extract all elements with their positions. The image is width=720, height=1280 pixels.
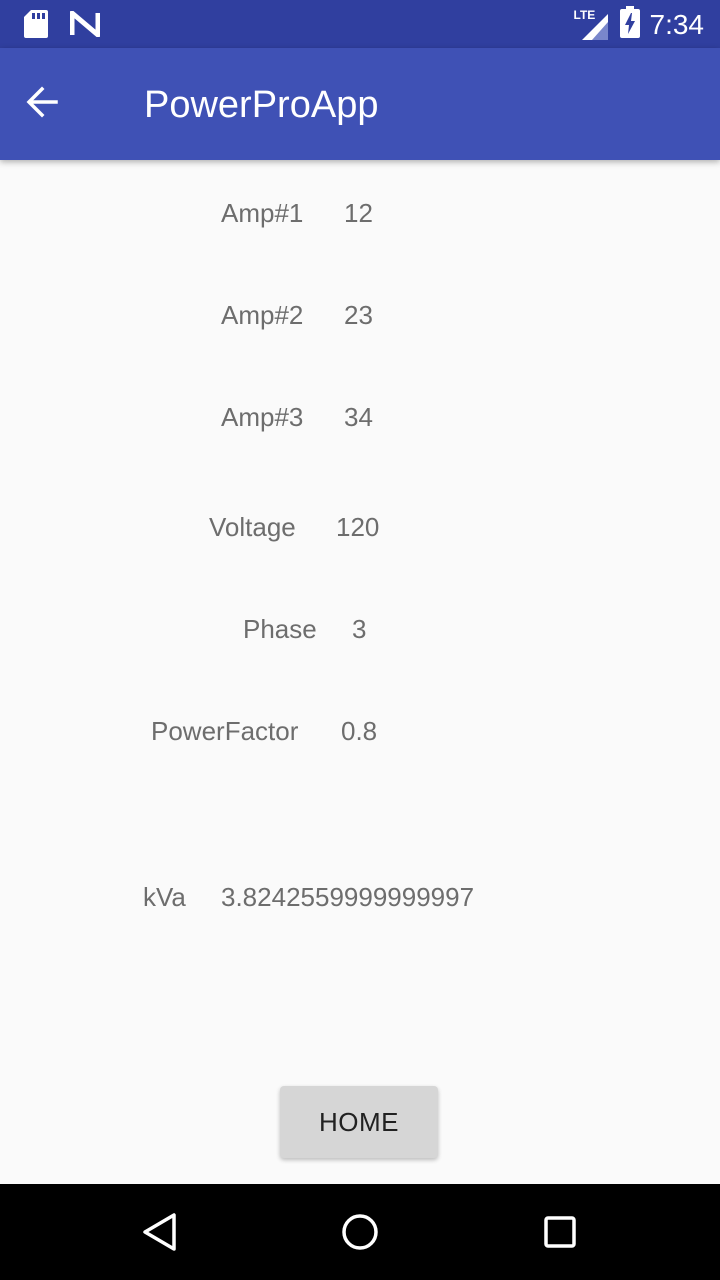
lte-signal-icon: LTE (574, 8, 610, 40)
app-title: PowerProApp (144, 84, 379, 126)
power-factor-label: PowerFactor (151, 716, 299, 746)
recents-square-icon (536, 1216, 584, 1260)
kva-value: 3.8242559999999997 (221, 882, 475, 912)
back-button[interactable] (24, 80, 88, 128)
amp3-value: 34 (344, 402, 373, 432)
nav-recents-button[interactable] (536, 1208, 584, 1256)
amp1-value: 12 (344, 198, 373, 228)
power-factor-value: 0.8 (341, 716, 378, 746)
phase-label: Phase (243, 614, 317, 644)
nav-home-button[interactable] (336, 1208, 384, 1256)
phase-value: 3 (352, 614, 367, 644)
amp1-label: Amp#1 (221, 198, 304, 228)
sd-card-icon (24, 10, 48, 43)
back-triangle-icon (136, 1213, 184, 1260)
voltage-label: Voltage (209, 512, 296, 542)
n-logo-icon (69, 10, 101, 42)
amp3-label: Amp#3 (221, 402, 304, 432)
battery-charging-icon (619, 6, 640, 43)
navigation-bar (0, 1184, 720, 1280)
amp2-value: 23 (344, 300, 373, 330)
arrow-back-icon (24, 84, 60, 125)
voltage-value: 120 (336, 512, 380, 542)
status-bar: LTE 7:34 (0, 0, 720, 48)
kva-label: kVa (143, 882, 186, 912)
home-circle-icon (336, 1214, 384, 1260)
amp2-label: Amp#2 (221, 300, 304, 330)
status-time: 7:34 (649, 8, 705, 40)
home-button[interactable]: HOME (280, 1086, 438, 1158)
app-bar: PowerProApp (0, 48, 720, 160)
nav-back-button[interactable] (136, 1208, 184, 1256)
